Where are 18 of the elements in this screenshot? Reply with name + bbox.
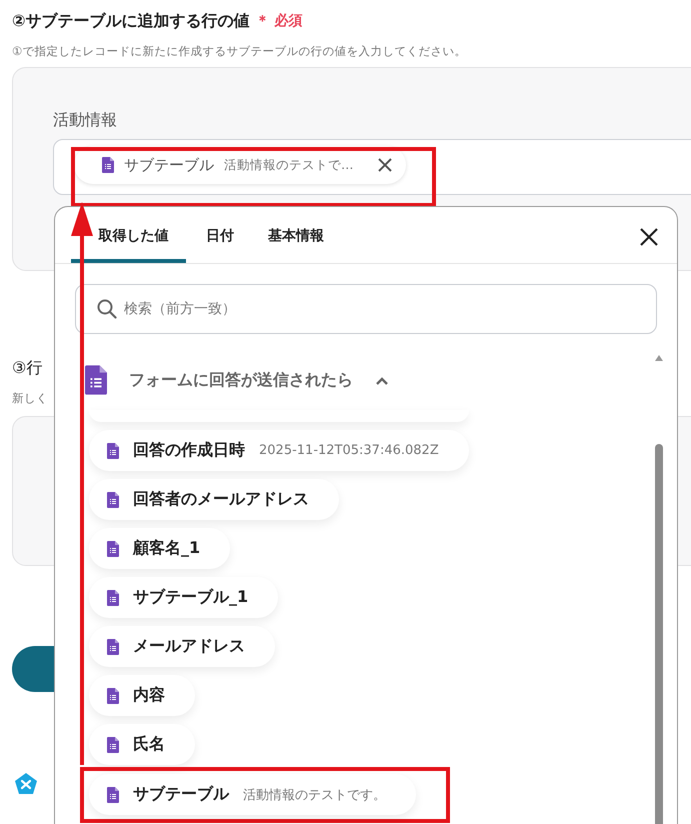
chip-value: 活動情報のテストで… bbox=[224, 156, 354, 174]
item-label: 回答者のメールアドレス bbox=[133, 489, 309, 510]
item-label: 回答の作成日時 bbox=[133, 440, 245, 461]
item-label: メールアドレス bbox=[133, 636, 245, 657]
required-label: ＊ 必須 bbox=[256, 12, 302, 30]
item-value: 2025-11-12T05:37:46.082Z bbox=[259, 443, 439, 458]
item-label: 氏名 bbox=[133, 734, 165, 755]
item-label: サブテーブル_1 bbox=[133, 587, 248, 608]
item-label: 内容 bbox=[133, 685, 165, 706]
item-label: サブテーブル bbox=[133, 784, 229, 805]
section-title: ②サブテーブルに追加する行の値 bbox=[12, 10, 250, 32]
field-label: 活動情報 bbox=[53, 110, 118, 131]
section-description: ①で指定したレコードに新たに作成するサブテーブルの行の値を入力してください。 bbox=[12, 44, 466, 59]
section-title: ③行 bbox=[12, 356, 42, 378]
item-label: 顧客名_1 bbox=[133, 538, 200, 559]
section-description: 新しく bbox=[12, 391, 48, 406]
item-value: 活動情報のテストです。 bbox=[243, 786, 386, 804]
chip-label: サブテーブル bbox=[124, 156, 214, 174]
